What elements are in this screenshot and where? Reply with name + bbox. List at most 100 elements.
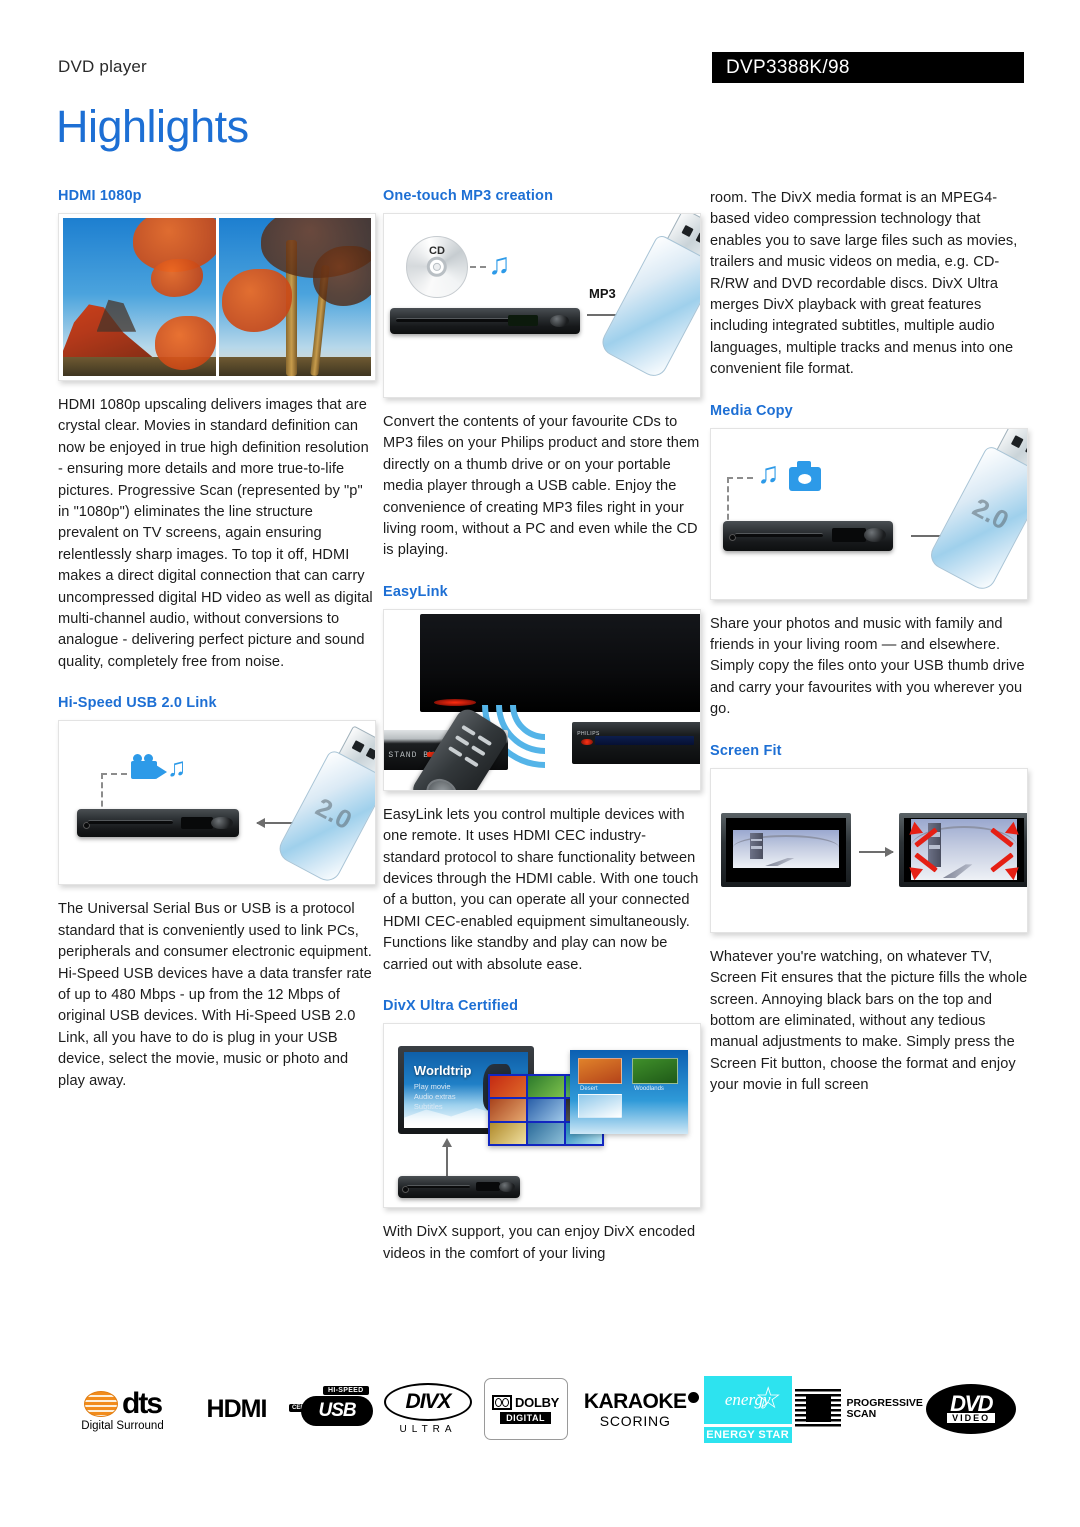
connector-contact-a xyxy=(1010,434,1024,449)
hdmi-landscape-figure xyxy=(58,213,376,381)
remote-button xyxy=(464,755,479,767)
connector-contact-b xyxy=(1024,442,1027,456)
section-body-media-copy: Share your photos and music with family … xyxy=(710,615,1025,718)
section-heading-divx-ultra: DivX Ultra Certified xyxy=(383,998,519,1015)
scan-label: SCAN xyxy=(846,1408,877,1420)
video-camera-icon xyxy=(131,761,167,780)
cd-label: CD xyxy=(429,245,445,258)
energy-star-label: ENERGY STAR xyxy=(703,1426,792,1443)
divx-wordmark: DIVX xyxy=(405,1390,452,1413)
product-category-label: DVD player xyxy=(58,57,147,76)
canopy-right xyxy=(313,246,371,307)
panel-thumbnail xyxy=(632,1058,678,1085)
star-icon: ☆ xyxy=(754,1381,782,1415)
karaoke-scoring-label: SCORING xyxy=(599,1412,671,1429)
tv-bezel-inner xyxy=(726,817,846,882)
picture-fullscreen xyxy=(911,818,1017,881)
control-knob xyxy=(864,528,887,543)
disc-slot xyxy=(88,820,173,825)
section-heading-screen-fit: Screen Fit xyxy=(710,742,782,759)
progressive-scan-text: PROGRESSIVE SCAN xyxy=(846,1398,922,1420)
tv-before-screen-fit xyxy=(721,812,851,887)
dvd-oval: DVD VIDEO xyxy=(926,1384,1017,1434)
thumbnail xyxy=(528,1099,564,1121)
bridge-tower xyxy=(750,832,763,860)
middle-column: One-touch MP3 creation CD ♫ MP3 Convert … xyxy=(383,188,701,1265)
dts-wordmark: dts xyxy=(122,1386,163,1420)
thumbnail xyxy=(490,1122,526,1145)
dts-orb-icon xyxy=(84,1390,118,1417)
thumbnail xyxy=(490,1076,526,1098)
playback-arrow-up xyxy=(442,1138,452,1181)
disc-tray-strip xyxy=(595,736,695,746)
media-copy-figure: ♫ 2.0 xyxy=(710,427,1028,600)
blu-ray-player: PHILIPS xyxy=(572,721,700,764)
section-heading-hi-speed-usb: Hi-Speed USB 2.0 Link xyxy=(58,695,217,712)
usb-flash-drive: 2.0 xyxy=(274,725,375,885)
cd-disc: CD xyxy=(406,236,468,298)
bridge-cable xyxy=(733,834,839,848)
thumbnail xyxy=(528,1076,564,1098)
panel-caption: Desert xyxy=(580,1086,598,1093)
datasheet-page: DVD player DVP3388K/98 Highlights HDMI 1… xyxy=(0,0,1080,1527)
divx-menu-item: Play movie xyxy=(413,1082,451,1092)
page-title: Highlights xyxy=(56,101,249,152)
navigation-pad xyxy=(421,773,463,790)
disc-slot xyxy=(406,1184,470,1188)
divx-figure: Worldtrip Play movie Audio extras Subtit… xyxy=(383,1023,701,1209)
left-column: HDMI 1080p HDMI 1080p upscaling delivers… xyxy=(58,188,376,1092)
divx-menu-title: Worldtrip xyxy=(413,1062,472,1078)
dvd-player-device xyxy=(77,809,239,838)
remote-button xyxy=(448,745,463,757)
usb-version-label: 2.0 xyxy=(967,491,1014,536)
remote-button xyxy=(454,734,470,747)
front-display xyxy=(476,1181,501,1192)
dvd-player-device xyxy=(398,1176,520,1199)
usb-flash-drive xyxy=(597,214,700,381)
section-body-screen-fit: Whatever you're watching, on whatever TV… xyxy=(710,948,1028,1094)
divx-ultra-label: ULTRA xyxy=(399,1424,457,1435)
camera-icon xyxy=(789,466,821,491)
usb-wordmark: USB xyxy=(318,1400,356,1421)
progressive-scan-logo: PROGRESSIVE SCAN xyxy=(795,1368,923,1450)
usb-body: 2.0 xyxy=(926,443,1027,594)
screen-fit-figure xyxy=(710,767,1028,933)
energy-star-logo: energy ☆ ENERGY STAR xyxy=(697,1368,798,1450)
dvd-player-device xyxy=(390,308,580,334)
scanline-icon xyxy=(795,1389,842,1429)
section-heading-one-touch-mp3: One-touch MP3 creation xyxy=(383,188,554,204)
dashed-connector-horizontal xyxy=(101,773,127,776)
landscape-right-half xyxy=(218,218,371,376)
model-number: DVP3388K/98 xyxy=(726,56,850,78)
karaoke-scoring-logo: KARAOKE SCORING xyxy=(573,1368,699,1450)
hdmi-wordmark: HDMI xyxy=(206,1394,268,1423)
divx-ultra-logo: DIVX ULTRA xyxy=(378,1368,478,1450)
dolby-digital-label: DIGITAL xyxy=(500,1411,551,1424)
divx-menu-item: Audio extras xyxy=(413,1092,456,1102)
disc-slot xyxy=(395,318,514,323)
front-display xyxy=(831,528,866,542)
mp3-creation-figure: CD ♫ MP3 xyxy=(383,213,701,398)
connector-contact-b xyxy=(695,232,700,246)
remote-button xyxy=(470,745,486,757)
roadway xyxy=(942,864,973,878)
hdmi-logo: HDMI xyxy=(187,1368,286,1450)
cd-to-note-dashes xyxy=(470,266,486,268)
dolby-wordmark: DOLBY xyxy=(515,1394,560,1410)
dvd-player-device xyxy=(723,520,893,551)
remote-button xyxy=(477,734,493,746)
right-column: room. The DivX media format is an MPEG4-… xyxy=(710,188,1028,1097)
section-body-easylink: EasyLink lets you control multiple devic… xyxy=(383,806,699,973)
panel-caption: Woodlands xyxy=(634,1086,664,1093)
model-number-bar: DVP3388K/98 xyxy=(712,52,1024,83)
connector-contact-a xyxy=(351,741,365,754)
easylink-figure: STAND BY PHILIPS xyxy=(383,608,701,791)
section-body-hi-speed-usb: The Universal Serial Bus or USB is a pro… xyxy=(58,901,372,1089)
section-heading-easylink: EasyLink xyxy=(383,583,448,600)
section-heading-media-copy: Media Copy xyxy=(710,402,793,419)
power-led xyxy=(581,738,593,746)
usb-hi-speed-label: HI-SPEED xyxy=(323,1386,369,1395)
front-display xyxy=(507,314,539,327)
connector-contact-b xyxy=(365,748,375,761)
hi-speed-usb-logo: HI-SPEED CERTIFIED USB xyxy=(286,1368,378,1450)
